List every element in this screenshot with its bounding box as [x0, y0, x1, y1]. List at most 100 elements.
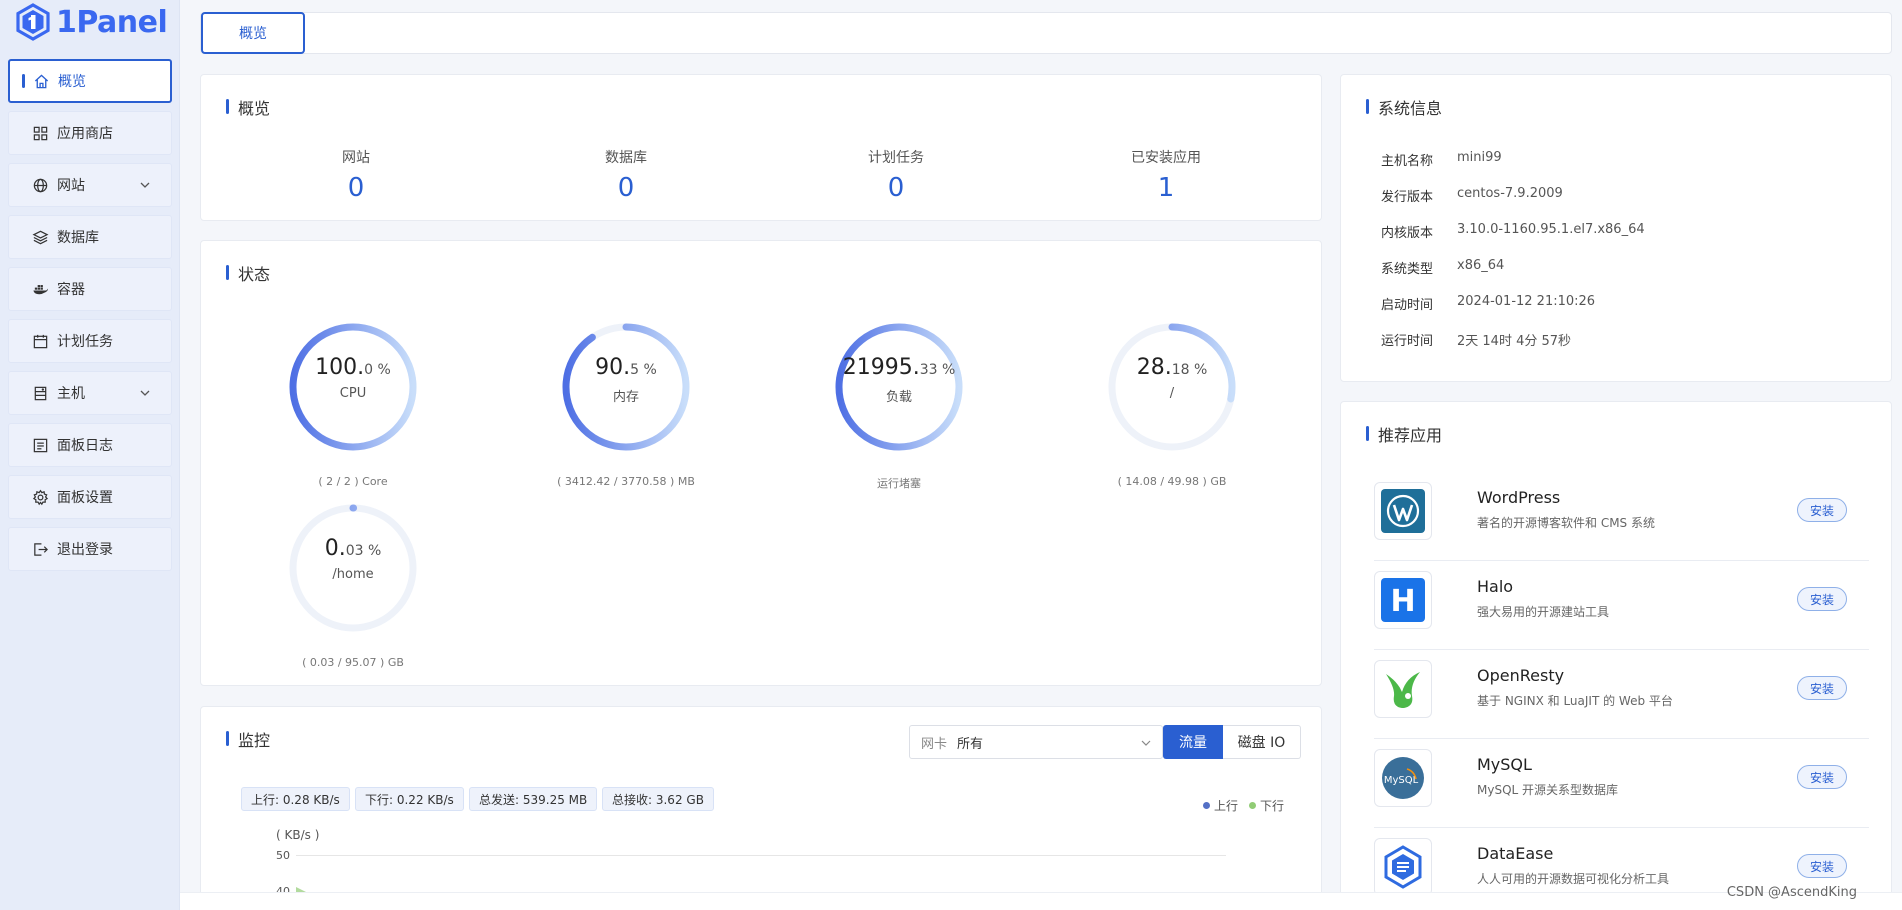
info-value: 2024-01-12 21:10:26	[1457, 294, 1596, 309]
chevron-down-icon	[140, 390, 150, 396]
sidebar-item-database[interactable]: 数据库	[8, 215, 172, 259]
gauge-text: 90.5 % 内存	[556, 355, 696, 405]
app-desc: 著名的开源博客软件和 CMS 系统	[1477, 516, 1655, 530]
halo-icon: H	[1374, 571, 1432, 629]
app-item-openresty[interactable]: OpenResty 基于 NGINX 和 LuaJIT 的 Web 平台 安装	[1374, 650, 1869, 739]
overview-value: 0	[347, 173, 365, 203]
info-boot-time: 启动时间 2024-01-12 21:10:26	[1381, 294, 1595, 313]
sidebar-item-label: 面板设置	[57, 490, 113, 506]
gauge-subtext: 运行堵塞	[877, 477, 921, 490]
overview-cronjobs[interactable]: 计划任务 0	[796, 147, 996, 203]
sidebar-item-label: 计划任务	[57, 334, 113, 350]
overview-value: 0	[887, 173, 905, 203]
sidebar-item-overview[interactable]: 概览	[8, 59, 172, 103]
gauge-label: CPU	[339, 386, 367, 401]
disk-io-button[interactable]: 磁盘 IO	[1223, 725, 1301, 759]
log-icon	[31, 436, 49, 454]
overview-value: 1	[1157, 173, 1175, 203]
install-button[interactable]: 安装	[1797, 854, 1847, 878]
overview-card: 概览 网站 0 数据库 0 计划任务 0 已安装应用 1	[200, 74, 1322, 221]
overview-label: 数据库	[605, 150, 647, 166]
card-title: 概览	[226, 95, 270, 119]
sidebar-item-website[interactable]: 网站	[8, 163, 172, 207]
sidebar-item-label: 概览	[58, 74, 86, 90]
stat-tag-total-received: 总接收: 3.62 GB	[602, 787, 714, 811]
chevron-down-icon	[140, 182, 150, 188]
gauge-subtext: ( 14.08 / 49.98 ) GB	[1117, 475, 1227, 488]
app-name: DataEase	[1477, 844, 1554, 863]
chevron-down-icon	[1141, 740, 1151, 746]
info-key: 运行时间	[1381, 334, 1434, 349]
gauge-value-dec: 33 %	[919, 362, 956, 378]
gauge-value-dec: 03 %	[345, 543, 382, 559]
sidebar-item-cronjob[interactable]: 计划任务	[8, 319, 172, 363]
sidebar-item-label: 数据库	[57, 230, 99, 246]
overview-databases[interactable]: 数据库 0	[526, 147, 726, 203]
home-icon	[32, 72, 50, 90]
sidebar-item-host[interactable]: 主机	[8, 371, 172, 415]
sidebar-item-app-store[interactable]: 应用商店	[8, 111, 172, 155]
watermark: CSDN @AscendKing	[1726, 885, 1857, 900]
sidebar-item-container[interactable]: 容器	[8, 267, 172, 311]
info-value: 2天 14时 4分 57秒	[1457, 334, 1572, 349]
gauge-subtext: ( 2 / 2 ) Core	[318, 475, 388, 488]
server-icon	[31, 384, 49, 402]
legend-download[interactable]: 下行	[1249, 797, 1284, 814]
app-name: Halo	[1477, 577, 1514, 596]
gauge-subtext: ( 0.03 / 95.07 ) GB	[302, 656, 404, 669]
info-value: x86_64	[1457, 258, 1505, 273]
stat-tag-upload: 上行: 0.28 KB/s	[241, 787, 350, 811]
app-name: WordPress	[1477, 488, 1561, 507]
gear-icon	[31, 488, 49, 506]
info-key: 内核版本	[1381, 226, 1434, 241]
legend-upload[interactable]: 上行	[1203, 797, 1238, 814]
stat-tag-total-sent: 总发送: 539.25 MB	[469, 787, 598, 811]
card-title: 推荐应用	[1366, 422, 1442, 446]
info-key: 启动时间	[1381, 298, 1434, 313]
sidebar-item-label: 应用商店	[57, 126, 113, 142]
app-item-halo[interactable]: H Halo 强大易用的开源建站工具 安装	[1374, 561, 1869, 650]
gauge-text: 100.0 % CPU	[283, 355, 423, 401]
app-desc: 强大易用的开源建站工具	[1477, 605, 1610, 619]
info-release: 发行版本 centos-7.9.2009	[1381, 186, 1563, 205]
install-button[interactable]: 安装	[1797, 587, 1847, 611]
nic-select-value: 所有	[957, 736, 984, 752]
install-button[interactable]: 安装	[1797, 676, 1847, 700]
app-item-wordpress[interactable]: WordPress 著名的开源博客软件和 CMS 系统 安装	[1374, 472, 1869, 561]
globe-icon	[31, 176, 49, 194]
gauge-text: 0.03 % /home	[283, 536, 423, 582]
info-hostname: 主机名称 mini99	[1381, 150, 1502, 169]
install-button[interactable]: 安装	[1797, 498, 1847, 522]
logo[interactable]: 1Panel	[0, 0, 179, 44]
sidebar-item-label: 主机	[57, 386, 85, 402]
info-key: 主机名称	[1381, 154, 1434, 169]
gauge-label: /home	[332, 567, 374, 582]
gauge-label: 内存	[612, 390, 639, 405]
legend-label: 下行	[1260, 799, 1285, 813]
tab-overview[interactable]: 概览	[201, 12, 305, 54]
monitor-card: 监控 网卡 所有 流量 磁盘 IO 上行: 0.28 KB/s 下行: 0.22…	[200, 706, 1322, 907]
overview-websites[interactable]: 网站 0	[256, 147, 456, 203]
traffic-button[interactable]: 流量	[1163, 725, 1223, 759]
sidebar-item-logout[interactable]: 退出登录	[8, 527, 172, 571]
info-uptime: 运行时间 2天 14时 4分 57秒	[1381, 330, 1571, 349]
overview-installed-apps[interactable]: 已安装应用 1	[1066, 147, 1266, 203]
nic-select[interactable]: 网卡 所有	[909, 725, 1163, 759]
info-value: 3.10.0-1160.95.1.el7.x86_64	[1457, 222, 1645, 237]
calendar-icon	[31, 332, 49, 350]
gauge-disk-home: 0.03 % /home ( 0.03 / 95.07 ) GB	[283, 498, 423, 669]
sidebar-item-panel-log[interactable]: 面板日志	[8, 423, 172, 467]
y-tick: 50	[276, 849, 290, 862]
app-item-mysql[interactable]: MySQL MySQL MySQL 开源关系型数据库 安装	[1374, 739, 1869, 828]
info-key: 系统类型	[1381, 262, 1434, 277]
nic-select-label: 网卡	[921, 736, 948, 752]
app-desc: 基于 NGINX 和 LuaJIT 的 Web 平台	[1477, 694, 1673, 708]
wordpress-icon	[1374, 482, 1432, 540]
system-info-card: 系统信息 主机名称 mini99 发行版本 centos-7.9.2009 内核…	[1340, 74, 1892, 382]
legend-label: 上行	[1214, 799, 1239, 813]
dataease-icon	[1374, 838, 1432, 896]
sidebar: 1Panel 概览 应用商店 网站 数据库 容器 计划任务 主机 面板日志 面板…	[0, 0, 180, 910]
install-button[interactable]: 安装	[1797, 765, 1847, 789]
sidebar-item-panel-settings[interactable]: 面板设置	[8, 475, 172, 519]
sidebar-item-label: 网站	[57, 178, 85, 194]
